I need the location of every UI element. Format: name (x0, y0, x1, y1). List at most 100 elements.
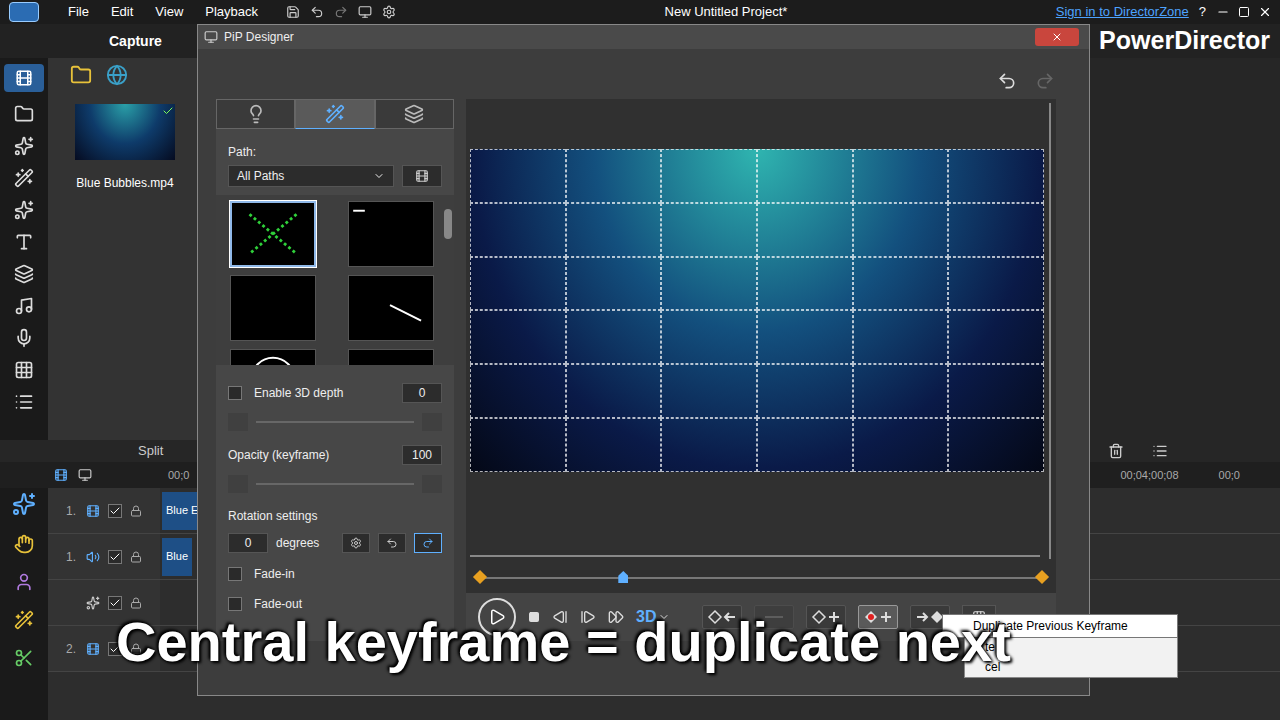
track-view-icon[interactable] (78, 468, 92, 482)
horizontal-scrollbar[interactable] (466, 549, 1044, 563)
dash-path-icon (349, 202, 433, 266)
timeline-clip[interactable]: Blue (162, 538, 192, 576)
wand-icon[interactable] (14, 610, 34, 630)
tool-icon[interactable] (14, 648, 34, 668)
track-checkbox[interactable] (108, 550, 122, 564)
menu-item[interactable]: Playback (205, 2, 258, 22)
menu-bar: File Edit View Playback New Untitled Project… (0, 0, 1280, 24)
dialog-title-bar: PiP Designer (198, 25, 1089, 49)
menu-item[interactable]: File (68, 2, 89, 22)
menu-item[interactable]: cel (985, 657, 1177, 677)
sign-in-link[interactable]: Sign in to DirectorZone (1056, 2, 1199, 22)
brand-label: PowerDirector (1099, 22, 1280, 60)
presets-scrollbar[interactable] (442, 195, 454, 365)
settings-icon[interactable] (382, 5, 396, 19)
opacity-field[interactable]: 100 (402, 445, 442, 465)
undo-icon[interactable] (310, 5, 324, 19)
room-icon[interactable] (14, 264, 34, 284)
room-icon[interactable] (14, 200, 34, 220)
aspect-icon[interactable] (358, 5, 372, 19)
check-icon (162, 105, 174, 117)
download-icon[interactable] (106, 64, 128, 86)
designer-tab[interactable] (375, 99, 454, 129)
rotate-right-button[interactable] (414, 533, 442, 553)
keyframe-scrubber[interactable] (466, 563, 1056, 593)
video-caption: Central keyframe = duplicate next (116, 608, 1011, 675)
depth-checkbox[interactable] (228, 386, 242, 400)
track-checkbox[interactable] (108, 504, 122, 518)
rotate-left-icon (386, 537, 398, 549)
path-select[interactable]: All Paths (228, 165, 394, 187)
split-button[interactable]: Split (0, 441, 163, 461)
path-preset[interactable] (230, 201, 316, 267)
trash-icon[interactable] (1108, 443, 1124, 459)
fade-checkbox[interactable] (228, 597, 242, 611)
path-preset[interactable] (230, 349, 316, 365)
blank-path-icon (349, 350, 433, 365)
video-track-icon (86, 504, 100, 518)
depth-field[interactable]: 0 (402, 383, 442, 403)
scrubber-thumb[interactable] (618, 571, 628, 583)
lock-icon[interactable] (130, 551, 142, 563)
menu-item[interactable]: te l (985, 637, 1177, 657)
room-icon[interactable] (14, 136, 34, 156)
room-icon[interactable] (14, 296, 34, 316)
path-preset[interactable] (348, 275, 434, 341)
menu-item[interactable]: View (155, 2, 183, 22)
lock-icon[interactable] (130, 505, 142, 517)
video-preview[interactable] (470, 149, 1044, 472)
room-icon[interactable] (14, 392, 34, 412)
rotate-right-icon (422, 537, 434, 549)
settings-panel: Path:All PathsEnable 3D depth0Opacity (k… (216, 99, 454, 641)
project-title: New Untitled Project* (396, 2, 1056, 22)
maximize-icon[interactable] (1238, 6, 1250, 18)
room-icon[interactable] (14, 104, 34, 124)
pip-designer-dialog: PiP Designer Path:All PathsEnable 3D dept… (197, 24, 1090, 696)
path-preset[interactable] (230, 275, 316, 341)
rotate-left-button[interactable] (378, 533, 406, 553)
redo-icon[interactable] (334, 5, 348, 19)
media-room-icon[interactable] (15, 69, 33, 87)
ruler-label: 00;0 (164, 467, 189, 484)
actor-icon[interactable] (14, 572, 34, 592)
hand-icon[interactable] (14, 534, 34, 554)
audio-track-icon (86, 550, 100, 564)
undo-icon[interactable] (997, 71, 1017, 91)
path-preset[interactable] (348, 201, 434, 267)
path-preset[interactable] (348, 349, 434, 365)
redo-icon[interactable] (1035, 71, 1055, 91)
ruler-label: 00;0 (1219, 467, 1280, 484)
room-icon[interactable] (14, 232, 34, 252)
motion-icon (325, 104, 345, 124)
designer-tab[interactable] (216, 99, 295, 129)
check-icon (109, 551, 121, 563)
close-icon[interactable] (1258, 5, 1272, 19)
opacity-slider (228, 473, 442, 495)
minimize-icon[interactable] (1216, 5, 1230, 19)
fade-checkbox[interactable] (228, 567, 242, 581)
room-icon[interactable] (14, 360, 34, 380)
library-item[interactable]: Blue Bubbles.mp4 (70, 100, 180, 192)
vertical-scrollbar[interactable] (1044, 99, 1056, 563)
track-view-icon[interactable] (54, 468, 68, 482)
menu-item[interactable]: Edit (111, 2, 133, 22)
help-button[interactable]: ? (1199, 2, 1216, 22)
save-path-button[interactable] (402, 165, 442, 187)
save-icon[interactable] (286, 5, 300, 19)
ruler-label: 00;04;00;08 (1120, 467, 1218, 484)
reset-rotation-button[interactable] (342, 533, 370, 553)
magic-icon[interactable] (12, 492, 36, 516)
capture-tab[interactable]: Capture (48, 31, 162, 52)
import-icon[interactable] (70, 64, 92, 86)
track-checkbox[interactable] (108, 596, 122, 610)
rotation-field[interactable]: 0 (228, 533, 268, 553)
lock-icon[interactable] (130, 597, 142, 609)
designer-tab[interactable] (295, 99, 374, 129)
diagonal-path-icon (349, 276, 433, 340)
app-logo-icon (0, 0, 48, 24)
dialog-close-button[interactable] (1035, 28, 1079, 46)
room-icon[interactable] (14, 328, 34, 348)
list-icon[interactable] (1152, 443, 1168, 459)
video-track-icon (86, 642, 100, 656)
room-icon[interactable] (14, 168, 34, 188)
